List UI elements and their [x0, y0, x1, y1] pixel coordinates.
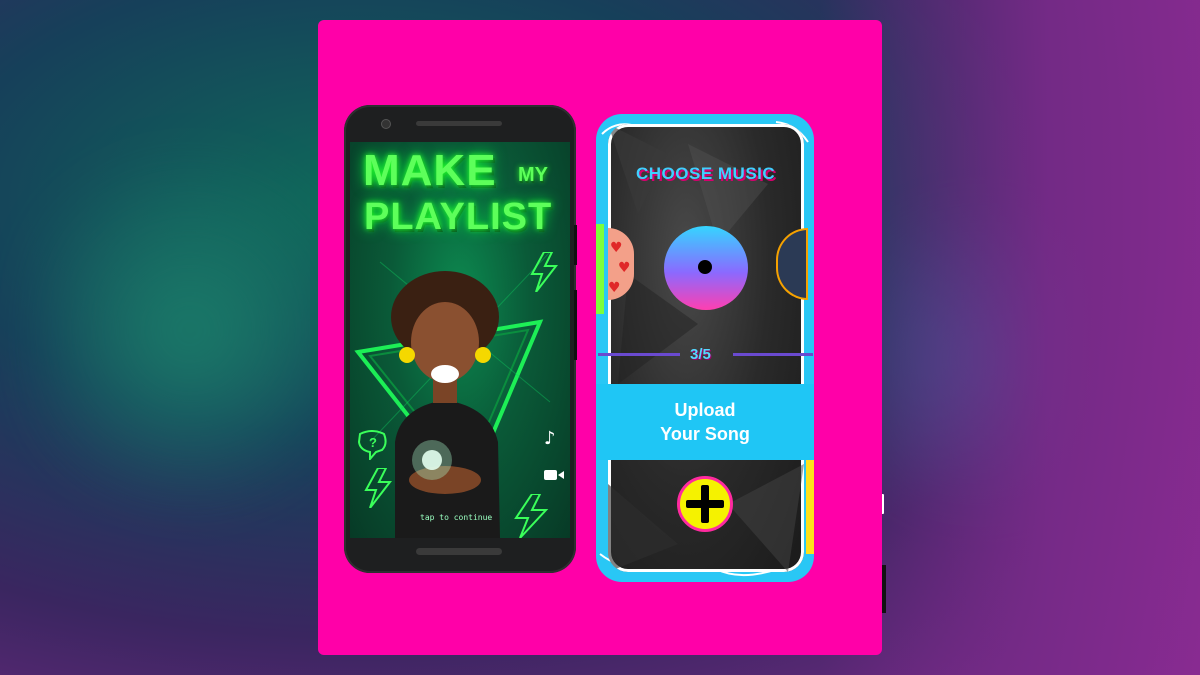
- music-note-icon[interactable]: ♪: [544, 428, 556, 449]
- upload-song-label: Upload Your Song: [596, 398, 814, 446]
- video-camera-icon[interactable]: [544, 468, 564, 482]
- background-blur-green: [40, 120, 340, 540]
- phone-side-button: [574, 290, 577, 360]
- vinyl-disc-center: [698, 260, 712, 274]
- choose-music-heading: CHOOSE MUSIC: [636, 164, 776, 183]
- phone-side-button: [574, 225, 577, 265]
- lightning-bolt-icon: [364, 468, 392, 508]
- pager-divider: [598, 353, 680, 356]
- plus-icon: [686, 500, 724, 508]
- playlist-story-screen[interactable]: MAKE MY PLAYLIST ♪ ? tap to continue: [350, 142, 570, 538]
- phone-speaker-bottom: [416, 548, 502, 555]
- phone-speaker: [416, 121, 502, 126]
- upload-line-2: Your Song: [660, 424, 750, 444]
- svg-text:♥: ♥: [610, 240, 623, 256]
- svg-text:?: ?: [369, 435, 377, 450]
- title-my: MY: [518, 164, 548, 186]
- question-bubble-icon[interactable]: ?: [356, 430, 388, 460]
- step-indicator: 3/5: [690, 346, 711, 363]
- svg-text:♥: ♥: [608, 280, 621, 296]
- pager-divider: [733, 353, 813, 356]
- svg-text:♥: ♥: [618, 260, 631, 276]
- tap-to-continue-hint[interactable]: tap to continue: [420, 513, 492, 522]
- title-playlist: PLAYLIST: [364, 196, 553, 238]
- lightning-bolt-icon: [514, 494, 549, 538]
- lightning-bolt-icon: [530, 252, 559, 292]
- upload-line-1: Upload: [674, 400, 736, 420]
- camera-icon: [381, 119, 391, 129]
- title-make: MAKE: [363, 146, 497, 195]
